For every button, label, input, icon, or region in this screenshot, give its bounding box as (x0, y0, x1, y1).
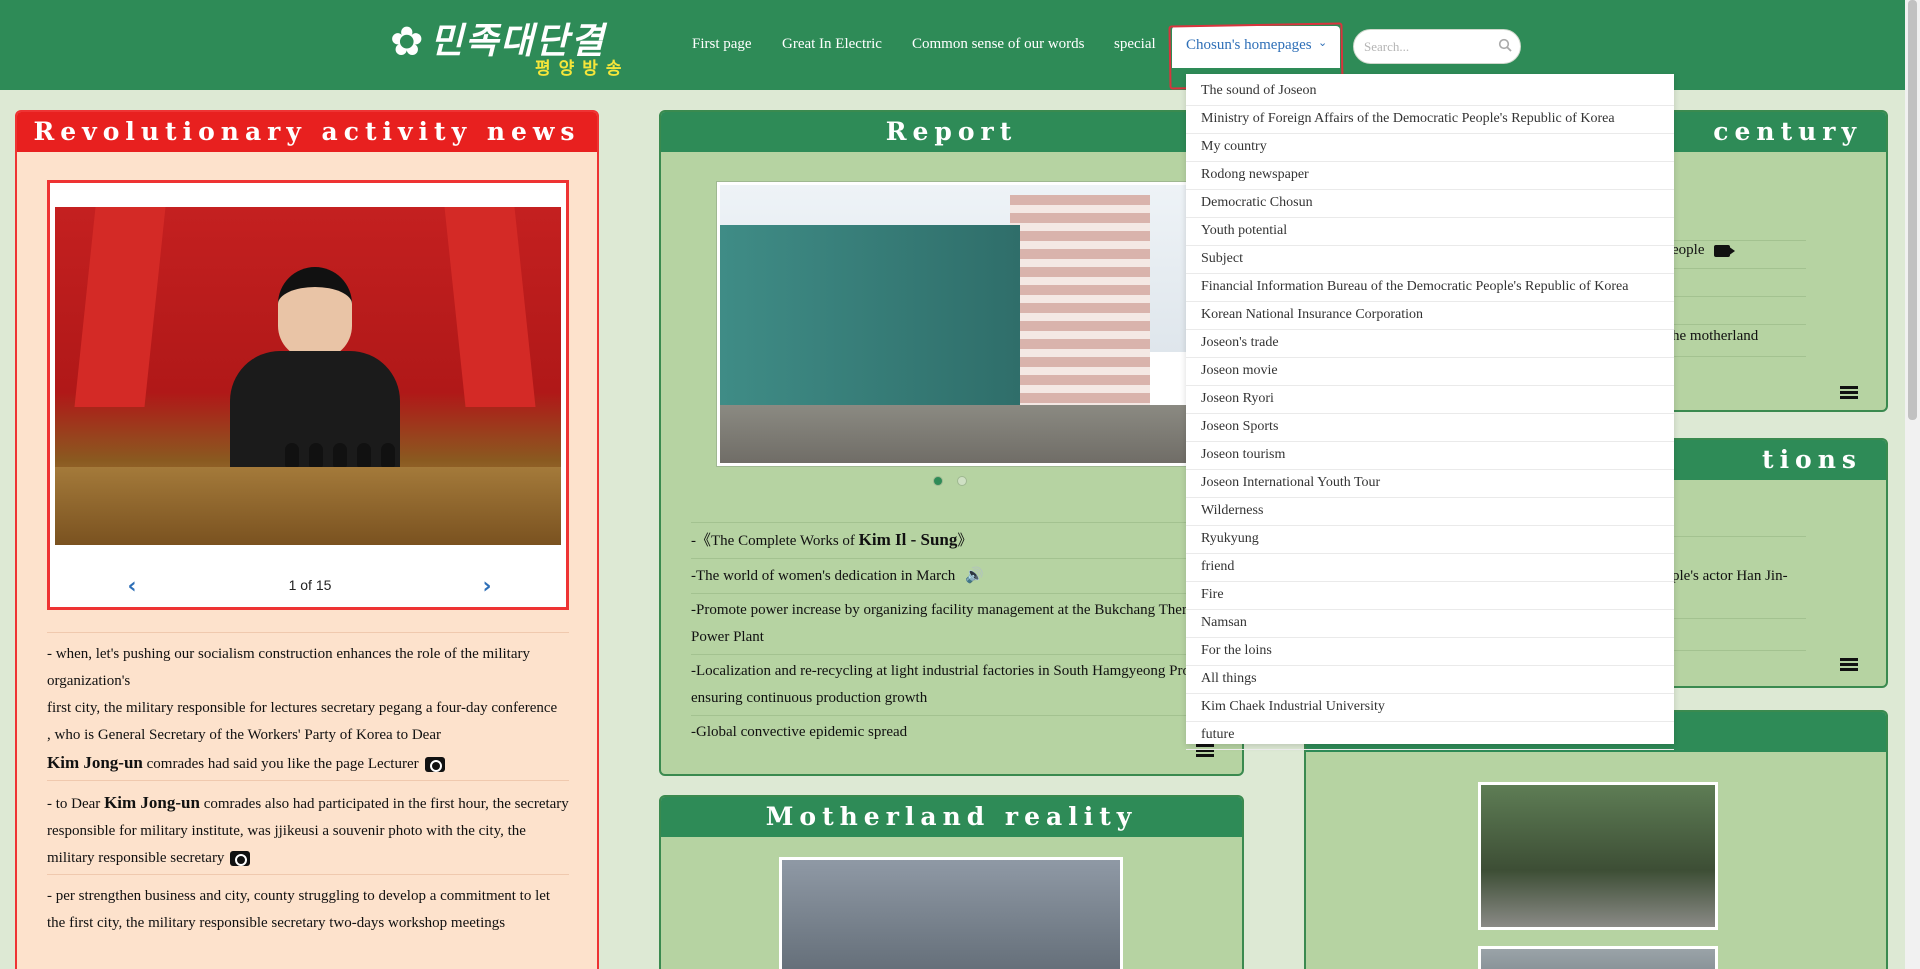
flag-decoration (74, 207, 166, 407)
dropdown-item[interactable]: Rodong newspaper (1186, 162, 1674, 190)
news-text: - to Dear (47, 796, 105, 812)
tions-item[interactable]: ple's actor Han Jin- (1672, 568, 1788, 585)
flower-icon: ✿ (390, 19, 424, 64)
page-scrollbar[interactable] (1905, 0, 1920, 969)
report-text: -Localization and re-recycling at light … (691, 663, 1227, 706)
search-input[interactable] (1364, 38, 1494, 56)
dropdown-item[interactable]: Financial Information Bureau of the Demo… (1186, 274, 1674, 302)
report-item[interactable]: -Localization and re-recycling at light … (691, 654, 1231, 715)
dropdown-item[interactable]: Joseon movie (1186, 358, 1674, 386)
list-icon[interactable] (1840, 386, 1858, 400)
report-text: 》 (957, 533, 973, 549)
motherland-reality-panel: Motherland reality (659, 795, 1244, 969)
flag-decoration (444, 207, 536, 407)
dropdown-item[interactable]: Subject (1186, 246, 1674, 274)
news-text: - when, let's pushing our socialism cons… (47, 646, 531, 689)
dropdown-item[interactable]: friend (1186, 554, 1674, 582)
nav-chosun-homepages[interactable]: Chosun's homepages ⌄ (1172, 26, 1340, 68)
gallery-thumbnail[interactable] (1478, 946, 1718, 969)
dropdown-item[interactable]: Wilderness (1186, 498, 1674, 526)
nav-special[interactable]: special (1114, 36, 1156, 53)
panel-title: Motherland reality (661, 797, 1242, 837)
dropdown-item[interactable]: The sound of Joseon (1186, 78, 1674, 106)
nav-common-sense[interactable]: Common sense of our words (912, 36, 1085, 53)
speaker-figure (230, 267, 400, 471)
news-name: Kim Jong-un (47, 753, 143, 772)
dropdown-item[interactable]: Youth potential (1186, 218, 1674, 246)
logo-subtitle: 평양방송 (535, 59, 630, 79)
video-icon (1714, 244, 1736, 257)
revolutionary-news-panel: Revolutionary activity news ‹ 1 of 15 › … (15, 110, 599, 969)
speaker-icon: 🔊 (965, 566, 984, 584)
dropdown-item[interactable]: Fire (1186, 582, 1674, 610)
dropdown-item[interactable]: Joseon Sports (1186, 414, 1674, 442)
motherland-photo[interactable] (779, 857, 1123, 969)
nav-first-page[interactable]: First page (692, 36, 752, 53)
chosun-homepages-dropdown: The sound of Joseon Ministry of Foreign … (1186, 74, 1674, 750)
dropdown-item[interactable]: Joseon's trade (1186, 330, 1674, 358)
news-text: the first city, the military responsible… (47, 915, 506, 931)
camera-icon (424, 757, 445, 773)
news-item[interactable]: - per strengthen business and city, coun… (47, 874, 569, 939)
report-list: -《The Complete Works of Kim Il - Sung》 -… (691, 522, 1231, 749)
carousel-dot[interactable] (933, 476, 943, 486)
dropdown-item[interactable]: Joseon International Youth Tour (1186, 470, 1674, 498)
chevron-down-icon: ⌄ (1318, 36, 1328, 49)
report-photo[interactable] (717, 182, 1191, 466)
news-text: first city, the military responsible for… (47, 700, 558, 716)
news-text: - per strengthen business and city, coun… (47, 888, 551, 904)
carousel-prev-arrow-icon[interactable]: ‹ (120, 575, 144, 599)
news-list: - when, let's pushing our socialism cons… (47, 632, 569, 939)
dropdown-item[interactable]: All things (1186, 666, 1674, 694)
dropdown-item[interactable]: Democratic Chosun (1186, 190, 1674, 218)
nav-chosun-homepages-label: Chosun's homepages (1186, 37, 1312, 53)
report-text: -Promote power increase by organizing fa… (691, 602, 1210, 645)
report-item[interactable]: -《The Complete Works of Kim Il - Sung》 (691, 522, 1231, 558)
panel-title: Revolutionary activity news (17, 112, 597, 152)
dropdown-item[interactable]: For the loins (1186, 638, 1674, 666)
news-text: , who is General Secretary of the Worker… (47, 727, 441, 743)
century-item[interactable]: he motherland (1672, 328, 1758, 345)
scrollbar-thumb[interactable] (1908, 0, 1917, 420)
dropdown-item[interactable]: Korean National Insurance Corporation (1186, 302, 1674, 330)
dropdown-item[interactable]: Joseon tourism (1186, 442, 1674, 470)
podium (55, 467, 561, 545)
century-item-text: eople (1672, 242, 1705, 258)
dropdown-item[interactable]: Ministry of Foreign Affairs of the Democ… (1186, 106, 1674, 134)
list-icon[interactable] (1840, 658, 1858, 672)
microphones (285, 443, 405, 467)
report-text: -Global convective epidemic spread (691, 724, 908, 740)
search-box (1353, 29, 1521, 64)
report-item[interactable]: -The world of women's dedication in Marc… (691, 558, 1231, 593)
report-name: Kim Il - Sung (858, 530, 958, 549)
search-icon[interactable] (1498, 38, 1512, 52)
site-logo[interactable]: ✿ 민족대단결 평양방송 (390, 8, 630, 84)
carousel-photo[interactable] (55, 207, 561, 545)
gallery-thumbnail[interactable] (1478, 782, 1718, 930)
carousel-dots (933, 476, 967, 486)
carousel-dot[interactable] (957, 476, 967, 486)
report-item[interactable]: -Global convective epidemic spread (691, 715, 1231, 749)
dropdown-item[interactable]: Joseon Ryori (1186, 386, 1674, 414)
carousel-counter: 1 of 15 (288, 577, 332, 593)
report-text: -The world of women's dedication in Marc… (691, 568, 956, 584)
dropdown-item[interactable]: Namsan (1186, 610, 1674, 638)
century-item[interactable]: eople (1672, 242, 1736, 259)
news-name: Kim Jong-un (104, 793, 200, 812)
report-item[interactable]: -Promote power increase by organizing fa… (691, 593, 1231, 654)
dropdown-item[interactable]: Ryukyung (1186, 526, 1674, 554)
news-item[interactable]: - when, let's pushing our socialism cons… (47, 632, 569, 780)
news-item[interactable]: - to Dear Kim Jong-un comrades also had … (47, 780, 569, 874)
report-panel: Report -《The Complete Works of Kim Il - … (659, 110, 1244, 776)
dropdown-item[interactable]: future (1186, 722, 1674, 750)
news-text: comrades had said you like the page Lect… (142, 756, 419, 772)
dropdown-item[interactable]: My country (1186, 134, 1674, 162)
nav-great-in-electric[interactable]: Great In Electric (782, 36, 882, 53)
dropdown-item[interactable]: Kim Chaek Industrial University (1186, 694, 1674, 722)
panel-title: Report (661, 112, 1242, 152)
carousel-next-arrow-icon[interactable]: › (475, 575, 499, 599)
news-carousel: ‹ 1 of 15 › (47, 180, 569, 610)
report-text: -《The Complete Works of (691, 533, 859, 549)
camera-icon (230, 851, 251, 867)
